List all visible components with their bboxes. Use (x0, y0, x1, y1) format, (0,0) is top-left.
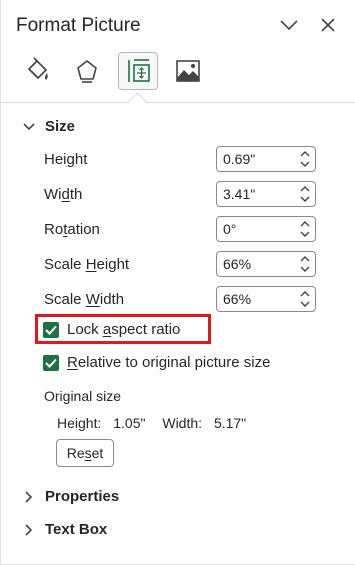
scale-width-label: Scale Width (44, 291, 125, 308)
checkmark-icon (45, 358, 57, 368)
section-properties-header[interactable]: Properties (23, 488, 119, 505)
spinner-arrows-icon[interactable] (299, 255, 311, 273)
original-width-value: 5.17" (213, 415, 247, 431)
effects-icon (77, 60, 97, 83)
tab-fill-line[interactable] (17, 52, 57, 90)
tab-row (1, 52, 355, 102)
chevron-right-icon (25, 490, 33, 503)
reset-button[interactable]: Re s et (56, 439, 114, 467)
scale-height-label: Scale Height (44, 256, 130, 273)
original-size-title: Original size (44, 388, 122, 404)
highlight-box (35, 314, 211, 344)
spinner-arrows-icon[interactable] (299, 220, 311, 238)
width-input[interactable] (223, 185, 293, 203)
original-size-values: Height: 1.05" Width: 5.17" (57, 415, 246, 431)
height-spinner[interactable] (216, 146, 316, 172)
original-height-label: Height: (57, 415, 102, 431)
format-picture-pane: Format Picture Size Height 0.69" Width 3… (0, 0, 355, 565)
scale-width-spinner[interactable] (216, 286, 316, 312)
close-pane-button[interactable] (315, 12, 341, 38)
pane-title: Format Picture (16, 15, 141, 36)
scale-height-input[interactable] (223, 255, 293, 273)
tab-picture[interactable] (168, 52, 208, 90)
scale-width-input[interactable] (223, 290, 293, 308)
size-properties-icon (128, 59, 150, 82)
rotation-spinner[interactable] (216, 216, 316, 242)
scale-height-spinner[interactable] (216, 251, 316, 277)
original-height-value: 1.05" (113, 415, 146, 431)
height-input[interactable] (223, 150, 293, 168)
width-label: Width (44, 186, 83, 203)
section-text-box-header[interactable]: Text Box (23, 521, 107, 538)
original-width-label: Width: (162, 415, 203, 431)
section-properties-label: Properties (45, 488, 120, 505)
chevron-right-icon (25, 523, 33, 536)
tab-effects[interactable] (67, 52, 107, 90)
picture-icon (176, 60, 200, 82)
chevron-down-icon (280, 20, 298, 31)
fill-line-icon (28, 57, 48, 80)
section-text-box-label: Text Box (45, 521, 108, 538)
chevron-down-icon (23, 122, 35, 130)
checkbox-checked[interactable] (43, 354, 59, 371)
width-spinner[interactable] (216, 181, 316, 207)
spinner-arrows-icon[interactable] (299, 150, 311, 168)
rotation-label: Rotation (44, 221, 100, 238)
tab-divider (1, 102, 355, 103)
section-size-header[interactable]: Size (23, 118, 75, 135)
close-icon (321, 18, 335, 32)
relative-to-original-label: Relative to original picture size (67, 354, 271, 371)
spinner-arrows-icon[interactable] (299, 290, 311, 308)
relative-to-original-checkbox[interactable]: Relative to original picture size (43, 354, 270, 371)
height-label: Height (44, 151, 88, 168)
spinner-arrows-icon[interactable] (299, 185, 311, 203)
rotation-input[interactable] (223, 220, 293, 238)
tab-size-properties[interactable] (118, 52, 158, 90)
section-size-label: Size (45, 118, 76, 135)
pane-options-button[interactable] (276, 12, 302, 38)
